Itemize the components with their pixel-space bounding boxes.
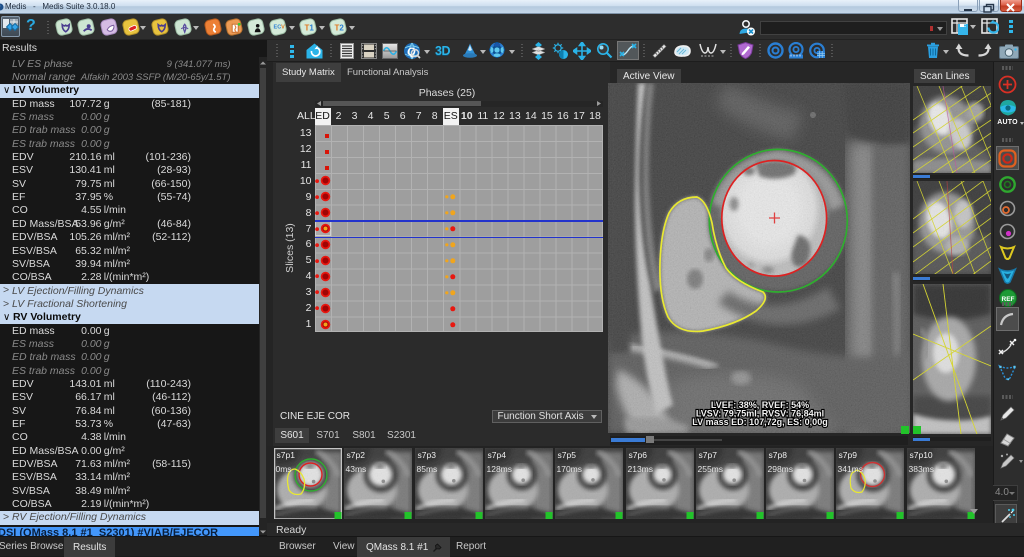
svg-text:298ms: 298ms: [768, 464, 794, 474]
svg-text:s7p7: s7p7: [698, 450, 717, 460]
svg-text:s7p10: s7p10: [909, 450, 932, 460]
svg-text:s7p6: s7p6: [628, 450, 647, 460]
svg-text:s7p1: s7p1: [277, 450, 296, 460]
svg-text:128ms: 128ms: [486, 464, 512, 474]
svg-text:s7p2: s7p2: [347, 450, 366, 460]
svg-text:0ms: 0ms: [276, 464, 292, 474]
svg-text:LV mass ED: 107,72g, ES: 0,00g: LV mass ED: 107,72g, ES: 0,00g: [692, 417, 827, 427]
svg-text:341ms: 341ms: [838, 464, 864, 474]
svg-text:43ms: 43ms: [346, 464, 367, 474]
svg-text:85ms: 85ms: [416, 464, 437, 474]
svg-text:255ms: 255ms: [697, 464, 723, 474]
svg-text:383ms: 383ms: [908, 464, 934, 474]
svg-text:s7p9: s7p9: [839, 450, 858, 460]
svg-text:s7p4: s7p4: [487, 450, 506, 460]
svg-text:s7p3: s7p3: [417, 450, 436, 460]
svg-text:170ms: 170ms: [557, 464, 583, 474]
svg-text:s7p8: s7p8: [769, 450, 788, 460]
svg-text:s7p5: s7p5: [558, 450, 577, 460]
svg-text:213ms: 213ms: [627, 464, 653, 474]
